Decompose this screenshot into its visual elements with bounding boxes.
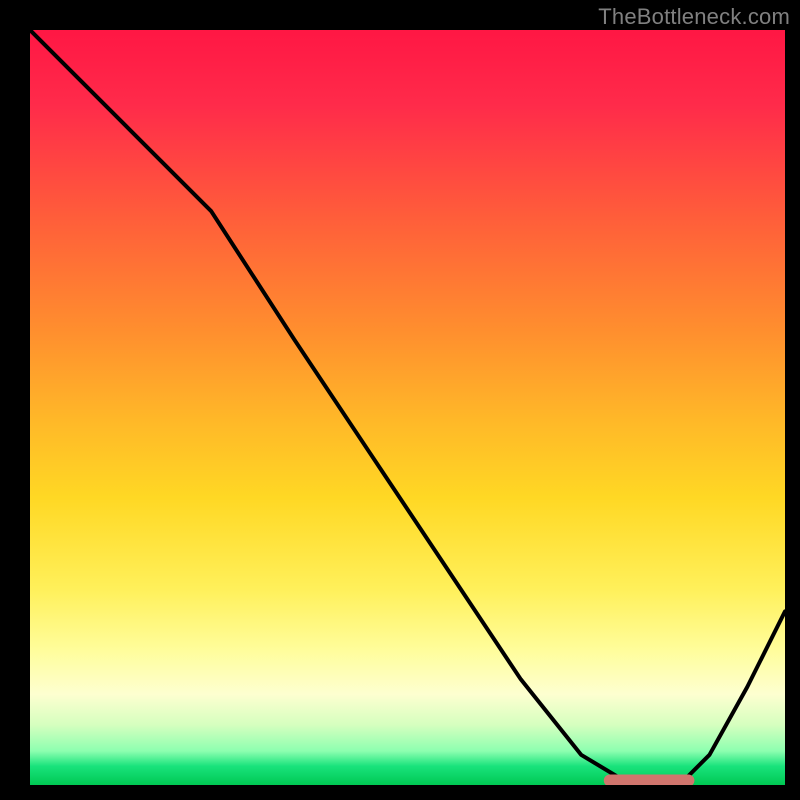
chart-svg xyxy=(30,30,785,785)
bottleneck-curve xyxy=(30,30,785,785)
chart-frame: TheBottleneck.com xyxy=(0,0,800,800)
plot-area xyxy=(30,30,785,785)
attribution-text: TheBottleneck.com xyxy=(598,4,790,30)
optimal-marker xyxy=(604,775,695,786)
